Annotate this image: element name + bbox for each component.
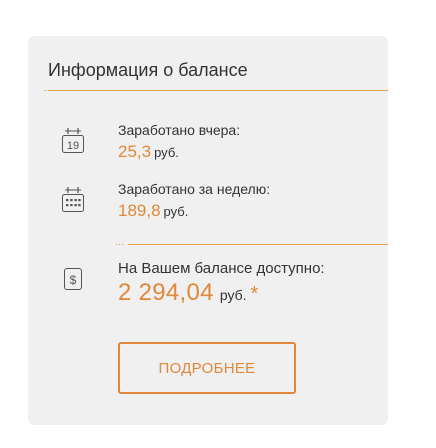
footnote-asterisk: *: [250, 283, 259, 305]
earned-week-value: 189,8: [118, 201, 161, 220]
available-balance-value: 2 294,04: [118, 279, 214, 306]
available-balance-value-line: 2 294,04 руб. *: [118, 279, 258, 307]
available-balance-label: На Вашем балансе доступно:: [118, 260, 325, 277]
available-balance-unit: руб.: [219, 287, 247, 303]
section-divider: [116, 244, 388, 245]
dollar-icon: $: [60, 265, 86, 293]
earned-yesterday-value-line: 25,3 руб.: [118, 142, 179, 162]
earned-week-label: Заработано за неделю:: [118, 181, 271, 197]
earned-yesterday-value: 25,3: [118, 142, 152, 161]
earned-week-unit: руб.: [163, 204, 189, 219]
calendar-day-number: 19: [67, 140, 79, 152]
panel-title: Информация о балансе: [48, 60, 248, 80]
details-button[interactable]: ПОДРОБНЕЕ: [118, 342, 296, 394]
dollar-symbol: $: [70, 273, 77, 287]
balance-info-panel: Информация о балансе 19 Заработано вчера…: [28, 36, 388, 425]
earned-yesterday-label: Заработано вчера:: [118, 122, 241, 138]
calendar-week-icon: [60, 186, 86, 214]
earned-yesterday-unit: руб.: [154, 145, 179, 160]
earned-week-value-line: 189,8 руб.: [118, 201, 188, 221]
calendar-day-icon: 19: [60, 127, 86, 155]
title-divider: [44, 90, 388, 91]
